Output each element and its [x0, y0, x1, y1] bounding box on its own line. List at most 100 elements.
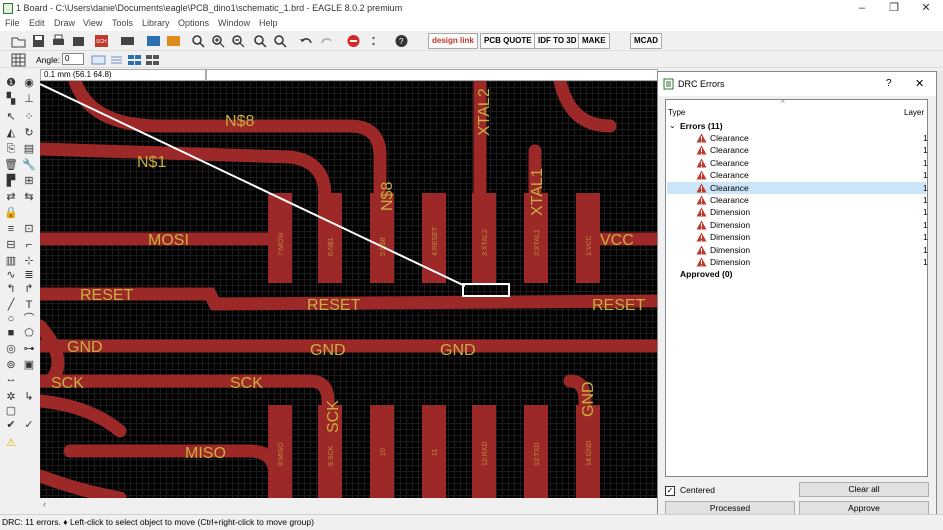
ulp-icon[interactable] — [165, 33, 182, 49]
menu-file[interactable]: File — [5, 18, 20, 28]
menu-window[interactable]: Window — [218, 18, 250, 28]
save-icon[interactable] — [30, 33, 47, 49]
pcb-quote-button[interactable]: PCB QUOTE — [480, 33, 536, 49]
stop-icon[interactable] — [345, 33, 362, 49]
vertical-scrollbar[interactable] — [937, 71, 943, 518]
meander-icon[interactable]: ∿ — [3, 268, 19, 282]
line-icon[interactable]: ╱ — [3, 298, 19, 312]
column-header-type[interactable]: Type — [668, 108, 685, 117]
rotate-icon[interactable]: ↻ — [21, 126, 37, 140]
warning-icon[interactable]: ⚠ — [3, 436, 19, 450]
change-icon[interactable]: ⇄ — [3, 190, 19, 204]
split-icon[interactable]: ⊞ — [21, 174, 37, 188]
signal-icon[interactable]: ⊶ — [21, 342, 37, 356]
schematic-icon[interactable]: SCH — [93, 33, 110, 49]
drc-error-row[interactable]: Dimension 1 — [667, 231, 928, 243]
mirror-icon[interactable]: ◭ — [3, 126, 19, 140]
tree-group-approved[interactable]: Approved (0) — [667, 268, 926, 280]
redraw-icon[interactable] — [272, 33, 289, 49]
zoom-out-icon[interactable] — [230, 33, 247, 49]
menu-help[interactable]: Help — [259, 18, 278, 28]
delete-icon[interactable]: 🗑 — [3, 158, 19, 172]
drc-error-tree[interactable]: Type ^ Layer ⌄ Errors (11) Clearance 1 Cle… — [665, 99, 928, 477]
rect-icon[interactable]: ■ — [3, 326, 19, 340]
drc-error-row[interactable]: Clearance 1 — [667, 132, 928, 144]
script-icon[interactable] — [145, 33, 162, 49]
scroll-left-icon[interactable]: ‹ — [43, 499, 46, 509]
replace-icon[interactable]: ▛ — [3, 174, 19, 188]
autorouter-icon[interactable]: ↳ — [21, 390, 37, 404]
dialog-help-button[interactable]: ? — [886, 78, 892, 89]
split-line-icon[interactable]: ▥ — [3, 254, 19, 268]
arc-icon[interactable]: ⌒ — [21, 312, 37, 326]
text-abc-icon[interactable] — [90, 52, 107, 68]
redo-icon[interactable] — [318, 33, 335, 49]
swap-icon[interactable]: ⇆ — [21, 190, 37, 204]
dialog-close-button[interactable]: ✕ — [915, 77, 924, 90]
info-icon[interactable]: ❶ — [3, 76, 19, 90]
drc-error-row[interactable]: Clearance 1 — [667, 169, 928, 181]
board-canvas[interactable]: N$8 N$1 MOSI RESET RESET RESET GND GND G… — [40, 81, 657, 498]
smash-icon[interactable]: ⊡ — [21, 222, 37, 236]
ripup-icon[interactable]: ↱ — [21, 282, 37, 296]
menu-view[interactable]: View — [83, 18, 102, 28]
erc-icon[interactable]: ▢ — [3, 404, 19, 418]
grid-icon[interactable] — [10, 52, 27, 68]
drc-error-row[interactable]: Clearance 1 — [667, 144, 928, 156]
command-line-input[interactable] — [206, 69, 658, 81]
optimize-icon[interactable]: ≡ — [3, 222, 19, 236]
show-icon[interactable]: ◉ — [21, 76, 37, 90]
drc-error-row[interactable]: Clearance 1 — [667, 194, 928, 206]
expand-chevron-icon[interactable]: ⌄ — [669, 120, 676, 132]
dimension-icon[interactable]: ↔ — [3, 372, 19, 386]
print-icon[interactable] — [50, 33, 67, 49]
drc-error-row[interactable]: Dimension 1 — [667, 244, 928, 256]
angle-select[interactable]: 0 — [62, 53, 84, 65]
menu-draw[interactable]: Draw — [54, 18, 75, 28]
move-icon[interactable]: ↖ — [3, 110, 19, 124]
hole-icon[interactable]: ⊚ — [3, 358, 19, 372]
zoom-select-icon[interactable] — [252, 33, 269, 49]
copy-icon[interactable]: ⎘ — [3, 142, 19, 156]
route-icon[interactable]: ↰ — [3, 282, 19, 296]
drc-error-row[interactable]: Dimension 1 — [667, 256, 928, 268]
align-lines-icon[interactable]: ≣ — [21, 268, 37, 282]
mcad-button[interactable]: MCAD — [630, 33, 662, 49]
wrench-icon[interactable]: 🔧 — [21, 158, 37, 172]
group-icon[interactable]: ⁘ — [21, 110, 37, 124]
make-button[interactable]: MAKE — [578, 33, 610, 49]
column-header-layer[interactable]: Layer — [904, 108, 924, 117]
text-icon[interactable]: T — [21, 298, 37, 312]
menu-tools[interactable]: Tools — [112, 18, 133, 28]
miter-icon[interactable]: ⊟ — [3, 238, 19, 252]
ratsnest-icon[interactable]: ✲ — [3, 390, 19, 404]
cam-icon[interactable] — [70, 33, 87, 49]
drc-check-icon[interactable]: ✔ — [3, 418, 19, 432]
zoom-in-icon[interactable] — [210, 33, 227, 49]
idf-to-3d-button[interactable]: IDF TO 3D — [534, 33, 581, 49]
horizontal-scrollbar[interactable]: ‹ — [40, 498, 657, 512]
mark-icon[interactable]: ⊥ — [21, 92, 37, 106]
undo-icon[interactable] — [298, 33, 315, 49]
circle-icon[interactable]: ○ — [3, 312, 19, 326]
corner-icon[interactable]: ⌐ — [21, 238, 37, 252]
layout-a-icon[interactable] — [126, 52, 143, 68]
design-link-button[interactable]: design link — [428, 33, 478, 49]
drc-error-row[interactable]: Clearance 1 — [667, 157, 928, 169]
lock-icon[interactable]: 🔒 — [3, 206, 19, 220]
polygon-icon[interactable]: ⬠ — [21, 326, 37, 340]
paste-icon[interactable]: ▤ — [21, 142, 37, 156]
menu-options[interactable]: Options — [178, 18, 209, 28]
layout-b-icon[interactable] — [144, 52, 161, 68]
clear-all-button[interactable]: Clear all — [799, 482, 929, 497]
drc-error-row[interactable]: Dimension 1 — [667, 219, 928, 231]
help-icon[interactable]: ? — [393, 33, 410, 49]
centered-checkbox[interactable]: ✓ — [665, 486, 675, 496]
tree-group-errors[interactable]: ⌄ Errors (11) — [667, 120, 926, 132]
close-button[interactable]: ✕ — [910, 0, 942, 17]
drc-error-row[interactable]: Clearance 1 — [667, 181, 928, 194]
attribute-icon[interactable]: ▣ — [21, 358, 37, 372]
maximize-button[interactable]: ❐ — [878, 0, 910, 17]
pause-icon[interactable] — [365, 33, 382, 49]
open-icon[interactable] — [10, 33, 27, 49]
